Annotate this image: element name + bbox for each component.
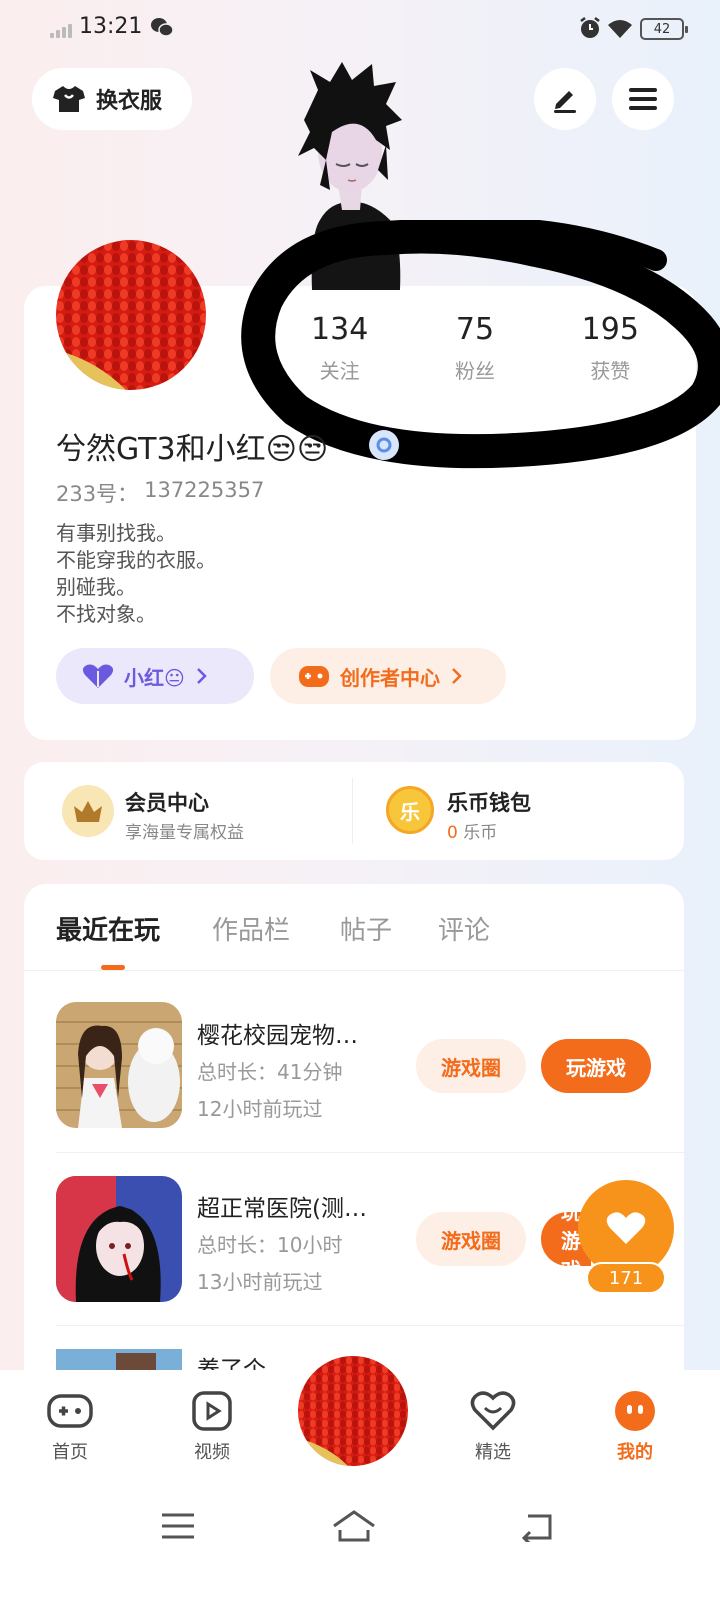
bio-line: 别碰我。 [56, 575, 136, 599]
creator-center-label: 创作者中心 [340, 665, 440, 690]
creator-center-button[interactable]: 创作者中心 [270, 648, 506, 704]
followers-stat[interactable]: 75 粉丝 [415, 312, 535, 392]
membership-card [24, 762, 684, 860]
video-icon [192, 1391, 232, 1431]
member-center-title[interactable]: 会员中心 [125, 787, 209, 817]
avatar-character[interactable] [290, 60, 410, 290]
crown-icon[interactable] [62, 785, 114, 837]
change-outfit-button[interactable]: 换衣服 [32, 68, 192, 130]
username: 兮然GT3和小红😒😒 [56, 432, 329, 467]
followers-count: 75 [455, 312, 495, 347]
gamepad-icon [299, 666, 329, 687]
wechat-icon [151, 18, 174, 37]
profile-face-icon [615, 1391, 655, 1431]
alarm-icon [580, 17, 600, 38]
nav-picks-label: 精选 [475, 1442, 511, 1463]
coin-unit: 乐币 [463, 823, 498, 843]
profile-stats: 134 关注 75 粉丝 195 获赞 [272, 312, 678, 392]
nav-mine-label: 我的 [617, 1442, 653, 1463]
wallet-subtitle: 0 乐币 [447, 818, 497, 843]
play-game-button[interactable]: 玩游戏 [541, 1039, 651, 1093]
coin-count: 0 [447, 823, 458, 843]
game-icon[interactable] [56, 1349, 182, 1371]
nav-mine[interactable]: 我的 [590, 1390, 680, 1464]
tab-posts[interactable]: 帖子 [340, 910, 392, 947]
tab-divider [24, 970, 684, 971]
chevron-right-icon [452, 668, 462, 684]
like-count: 171 [586, 1262, 666, 1294]
center-avatar-button[interactable] [298, 1356, 408, 1466]
game-title[interactable]: 樱花校园宠物… [197, 1016, 358, 1050]
row-divider [56, 1325, 684, 1326]
heart-icon [82, 664, 114, 688]
system-back-icon[interactable] [520, 1510, 556, 1542]
system-home-icon[interactable] [330, 1506, 378, 1546]
change-outfit-label: 换衣服 [96, 89, 163, 114]
nav-home[interactable]: 首页 [25, 1390, 115, 1464]
followers-label: 粉丝 [454, 359, 495, 383]
heart-chat-icon [470, 1391, 516, 1431]
battery-indicator: 42 [640, 18, 688, 40]
likes-label: 获赞 [590, 359, 631, 383]
game-last-played: 13小时前玩过 [197, 1270, 323, 1294]
bio-line: 不能穿我的衣服。 [56, 548, 216, 572]
nav-picks[interactable]: 精选 [448, 1390, 538, 1464]
user-id-value: 137225357 [144, 478, 265, 502]
tab-works[interactable]: 作品栏 [212, 910, 290, 947]
game-title[interactable]: 养了个… [197, 1350, 289, 1370]
game-title[interactable]: 超正常医院(测… [197, 1189, 367, 1223]
member-center-subtitle: 享海量专属权益 [125, 823, 244, 843]
game-icon[interactable] [56, 1176, 182, 1302]
heart-icon [606, 1212, 646, 1244]
menu-button[interactable] [612, 68, 674, 130]
nav-home-label: 首页 [52, 1442, 88, 1463]
wifi-icon [608, 20, 632, 38]
row-divider [56, 1152, 684, 1153]
verified-badge-icon[interactable] [367, 428, 401, 462]
likes-stat[interactable]: 195 获赞 [550, 312, 670, 392]
bio: 有事别找我。 不能穿我的衣服。 别碰我。 不找对象。 [56, 520, 216, 628]
likes-count: 195 [581, 312, 639, 347]
chevron-right-icon [196, 668, 207, 684]
coin-glyph: 乐 [400, 799, 420, 824]
tab-recently-played[interactable]: 最近在玩 [56, 910, 160, 947]
user-id-row: 233号： 137225357 [56, 478, 264, 508]
game-last-played: 12小时前玩过 [197, 1097, 323, 1121]
wallet-title[interactable]: 乐币钱包 [447, 787, 531, 817]
game-duration: 总时长：10小时 [197, 1233, 343, 1257]
menu-icon [629, 88, 657, 110]
profile-avatar[interactable] [56, 240, 206, 390]
edit-profile-button[interactable] [534, 68, 596, 130]
gamepad-icon [47, 1394, 93, 1428]
signal-icon [50, 22, 74, 38]
tab-comments[interactable]: 评论 [438, 910, 490, 947]
status-time: 13:21 [79, 14, 143, 39]
system-menu-icon[interactable] [160, 1512, 196, 1540]
battery-level: 42 [653, 21, 671, 37]
coin-icon[interactable]: 乐 [386, 786, 434, 834]
edit-icon [554, 91, 576, 113]
bio-line: 有事别找我。 [56, 521, 176, 545]
following-count: 134 [311, 312, 369, 347]
divider [352, 778, 353, 844]
nav-video-label: 视频 [194, 1442, 230, 1463]
game-circle-button[interactable]: 游戏圈 [416, 1212, 526, 1266]
nav-video[interactable]: 视频 [167, 1390, 257, 1464]
game-circle-button[interactable]: 游戏圈 [416, 1039, 526, 1093]
companion-label: 小红😐 [124, 665, 185, 690]
user-id-label: 233号： [56, 482, 139, 506]
game-icon[interactable] [56, 1002, 182, 1128]
following-stat[interactable]: 134 关注 [280, 312, 400, 392]
content-card [24, 884, 684, 1404]
bio-line: 不找对象。 [56, 602, 156, 626]
tshirt-icon [53, 86, 85, 112]
following-label: 关注 [319, 359, 360, 383]
game-duration: 总时长：41分钟 [197, 1060, 343, 1084]
companion-button[interactable]: 小红😐 [56, 648, 254, 704]
